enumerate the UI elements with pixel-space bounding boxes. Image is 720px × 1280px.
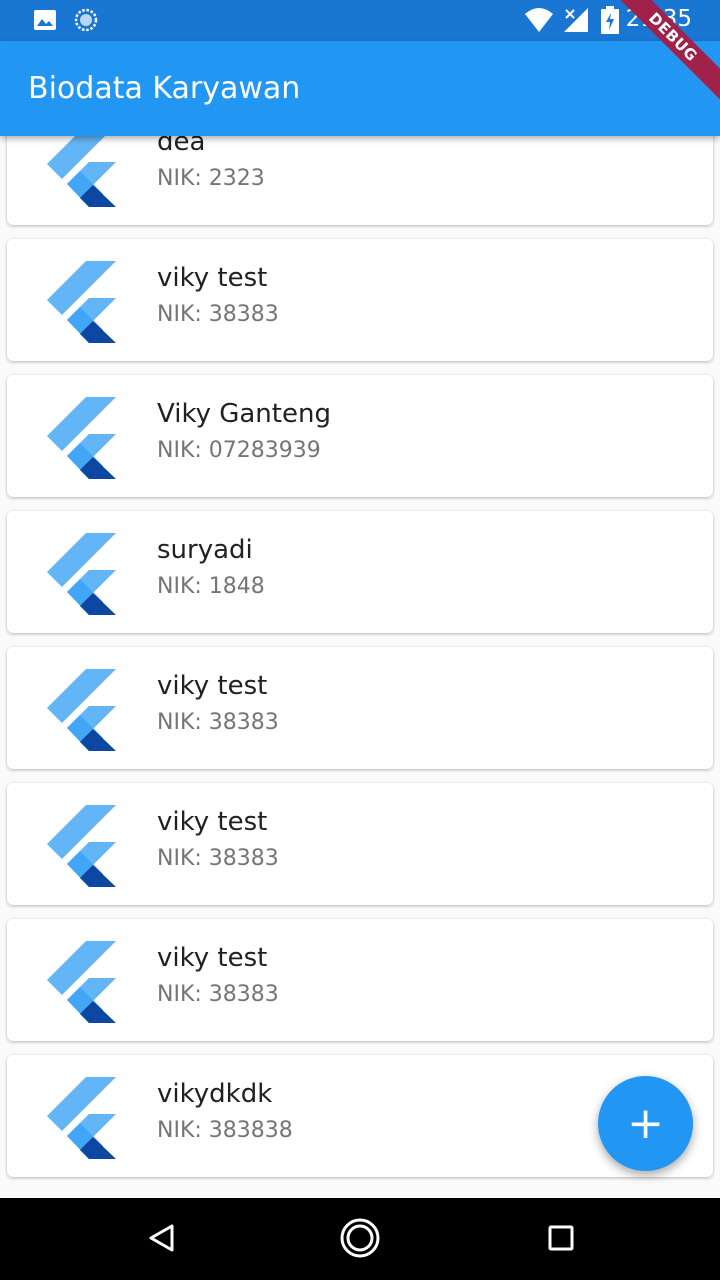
employee-nik: NIK: 38383 — [157, 846, 279, 871]
add-icon: + — [627, 1098, 664, 1149]
sync-icon — [74, 8, 98, 32]
flutter-logo-icon — [47, 805, 116, 887]
flutter-logo-icon — [47, 941, 116, 1023]
flutter-logo-icon — [47, 669, 116, 751]
employee-name: viky test — [157, 807, 268, 837]
app-bar: Biodata Karyawan — [0, 41, 720, 136]
employee-name: dea — [157, 136, 206, 157]
employee-nik: NIK: 383838 — [157, 1118, 293, 1143]
employee-nik: NIK: 07283939 — [157, 438, 321, 463]
flutter-logo-icon — [47, 136, 116, 207]
employee-card[interactable]: suryadi NIK: 1848 — [7, 511, 713, 633]
employee-name: viky test — [157, 263, 268, 293]
employee-card[interactable]: dea NIK: 2323 — [7, 136, 713, 225]
employee-card[interactable]: Viky Ganteng NIK: 07283939 — [7, 375, 713, 497]
home-icon[interactable] — [338, 1216, 382, 1260]
image-icon — [34, 10, 56, 30]
recents-icon[interactable] — [544, 1218, 584, 1258]
employee-nik: NIK: 1848 — [157, 574, 265, 599]
status-bar: 21:35 — [0, 0, 720, 41]
employee-nik: NIK: 38383 — [157, 710, 279, 735]
employee-nik: NIK: 38383 — [157, 982, 279, 1007]
battery-charging-icon — [601, 6, 619, 34]
employee-nik: NIK: 38383 — [157, 302, 279, 327]
employee-list[interactable]: dea NIK: 2323 viky test NIK: 38383 Viky Ga… — [0, 136, 720, 1198]
employee-name: vikydkdk — [157, 1079, 273, 1109]
employee-card[interactable]: viky test NIK: 38383 — [7, 919, 713, 1041]
employee-name: viky test — [157, 671, 268, 701]
flutter-logo-icon — [47, 533, 116, 615]
employee-name: viky test — [157, 943, 268, 973]
navigation-bar — [0, 1198, 720, 1280]
employee-card[interactable]: viky test NIK: 38383 — [7, 239, 713, 361]
employee-name: suryadi — [157, 535, 253, 565]
add-employee-button[interactable]: + — [598, 1076, 693, 1171]
page-title: Biodata Karyawan — [28, 71, 301, 106]
employee-card[interactable]: viky test NIK: 38383 — [7, 783, 713, 905]
employee-card[interactable]: viky test NIK: 38383 — [7, 647, 713, 769]
flutter-logo-icon — [47, 261, 116, 343]
wifi-icon — [525, 8, 553, 32]
employee-nik: NIK: 2323 — [157, 166, 265, 191]
flutter-logo-icon — [47, 1077, 116, 1159]
signal-icon — [564, 8, 588, 32]
employee-name: Viky Ganteng — [157, 399, 331, 429]
back-icon[interactable] — [144, 1218, 184, 1258]
flutter-logo-icon — [47, 397, 116, 479]
